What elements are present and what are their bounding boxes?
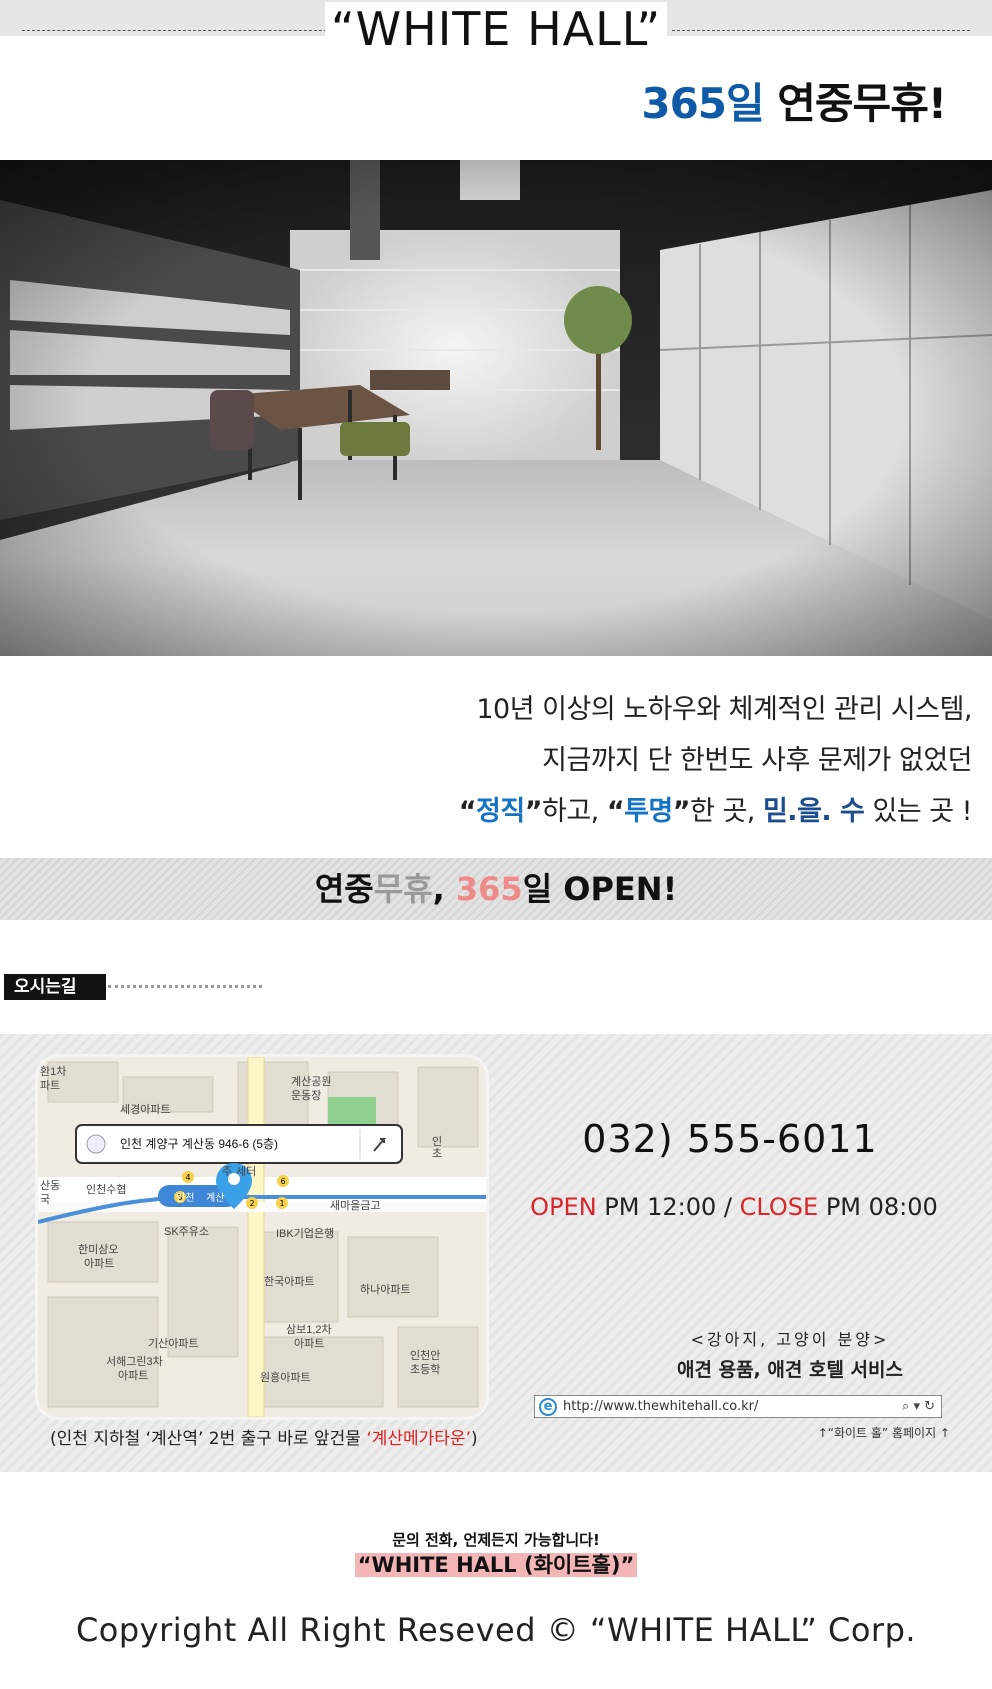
brand-title: “WHITE HALL” [0, 2, 992, 56]
svg-text:1: 1 [279, 1199, 284, 1208]
description-text: 한 곳, [690, 796, 763, 827]
map-label: 국 [40, 1194, 50, 1206]
map-caption-text: (인천 지하철 ‘계산역’ 2번 출구 바로 앞건물 [50, 1429, 367, 1449]
open-banner-part: 일 OPEN! [522, 870, 678, 908]
map-label: 운동장 [291, 1089, 321, 1102]
open-banner: 연중무휴, 365일 OPEN! [0, 858, 992, 920]
open-time: PM 12:00 / [604, 1193, 740, 1221]
contact-brand-text: “WHITE HALL (화이트홀)” [354, 1553, 638, 1577]
map-label: 아파트 [84, 1257, 114, 1270]
map-label: 하나아파트 [360, 1282, 411, 1296]
map-label: 계산 [206, 1192, 224, 1204]
description-line-2: 지금까지 단 한번도 사후 문제가 없었던 [542, 745, 972, 776]
map-label: IBK기업은행 [276, 1227, 334, 1240]
map-label: 산동 [40, 1179, 60, 1192]
map-label: 인 [432, 1135, 442, 1148]
map-label: 원흥아파트 [260, 1370, 311, 1384]
map-label: 초등학 [410, 1363, 440, 1376]
map-caption-highlight: ‘계산메가타운’ [366, 1429, 471, 1449]
map-label: 한미삼오 [78, 1243, 118, 1256]
map-label: 인천 [176, 1192, 194, 1204]
map-caption: (인천 지하철 ‘계산역’ 2번 출구 바로 앞건물 ‘계산메가타운’) [50, 1427, 478, 1451]
description-text: 하고, [541, 796, 607, 827]
contact-line: 문의 전화, 언제든지 가능합니다! [392, 1531, 600, 1549]
description-line-3: “정직”하고, “투명”한 곳, 믿.을. 수 있는 곳 ! [72, 786, 973, 837]
keyword-trustworthy: 믿.을. 수 [762, 796, 865, 827]
map-label: 기산아파트 [148, 1337, 199, 1350]
map-label: 아파트 [294, 1337, 324, 1350]
services-subtitle: <강아지, 고양이 분양> [690, 1330, 890, 1349]
close-label: CLOSE [739, 1193, 819, 1221]
description-text: 있는 곳 ! [864, 796, 972, 827]
copyright: Copyright All Right Reseved © “WHITE HAL… [75, 1611, 917, 1649]
map-label: 인천수협 [86, 1182, 126, 1196]
interior-photo-drawing [0, 160, 992, 656]
map-drawing: 4 3 6 2 1 환1차 파트 세경아파트 계산공원 운동장 산동 국 인천수… [38, 1057, 486, 1417]
directions-tab: 오시는길 [4, 974, 106, 1000]
map-label: 계산공원 [291, 1075, 331, 1088]
open-banner-part: 365 [455, 870, 523, 908]
svg-text:4: 4 [185, 1173, 190, 1182]
business-hours: OPEN PM 12:00 / CLOSE PM 08:00 [494, 1190, 974, 1224]
homepage-url-bar[interactable]: e http://www.thewhitehall.co.kr/ ⌕ ▾ ↻ [534, 1395, 942, 1418]
location-map[interactable]: 4 3 6 2 1 환1차 파트 세경아파트 계산공원 운동장 산동 국 인천수… [38, 1057, 486, 1417]
map-caption-close: ) [470, 1429, 478, 1449]
close-time: PM 08:00 [825, 1193, 938, 1221]
phone-number[interactable]: 032) 555-6011 [500, 1114, 960, 1164]
open-banner-part: 연중 [314, 870, 374, 908]
map-label: 환1차 [40, 1065, 66, 1078]
keyword-honest: 정직 [476, 796, 525, 827]
services-title: 애견 용품, 애견 호텔 서비스 [677, 1359, 903, 1381]
svg-text:6: 6 [280, 1177, 285, 1186]
map-label: 세터 [236, 1165, 256, 1178]
map-label: 서해그린3차 [106, 1354, 163, 1368]
map-label: SK주유소 [164, 1225, 209, 1238]
open-label: OPEN [530, 1193, 597, 1221]
quote-close: ” [524, 796, 543, 827]
map-label: 주 [222, 1166, 232, 1178]
contact-brand: “WHITE HALL (화이트홀)” [0, 1552, 992, 1578]
slogan: 365일 연중무휴! [641, 76, 947, 132]
description: 10년 이상의 노하우와 체계적인 관리 시스템, 지금까지 단 한번도 사후 … [72, 684, 973, 837]
map-label: 세경아파트 [120, 1103, 171, 1116]
map-address: 인천 계양구 계산동 946-6 (5층) [120, 1136, 278, 1151]
description-line-1: 10년 이상의 노하우와 체계적인 관리 시스템, [476, 694, 972, 725]
map-label: 새마을금고 [330, 1199, 381, 1212]
quote-open: “ [458, 796, 477, 827]
quote-close: ” [672, 796, 691, 827]
map-label: 인천안 [410, 1348, 440, 1362]
homepage-url[interactable]: http://www.thewhitehall.co.kr/ [563, 1396, 758, 1417]
keyword-transparent: 투명 [624, 796, 673, 827]
map-label: 삼보1,2차 [286, 1323, 332, 1336]
search-refresh-icons[interactable]: ⌕ ▾ ↻ [902, 1396, 935, 1417]
brand-title-text: “WHITE HALL” [324, 2, 668, 56]
map-label: 초 [432, 1147, 442, 1160]
directions-rule [108, 985, 262, 988]
map-label: 한국아파트 [264, 1275, 315, 1288]
interior-photo [0, 160, 992, 656]
open-banner-part: 무휴 [373, 870, 433, 908]
open-banner-part: , [432, 870, 456, 908]
svg-text:2: 2 [249, 1199, 254, 1208]
map-label: 아파트 [118, 1369, 148, 1382]
homepage-note: ↑“화이트 홀” 홈페이지 ↑ [817, 1426, 950, 1440]
ie-icon: e [539, 1398, 557, 1416]
slogan-text: 연중무휴! [777, 79, 947, 128]
map-label: 파트 [40, 1079, 60, 1092]
slogan-number: 365일 [641, 79, 764, 128]
quote-open: “ [606, 796, 625, 827]
